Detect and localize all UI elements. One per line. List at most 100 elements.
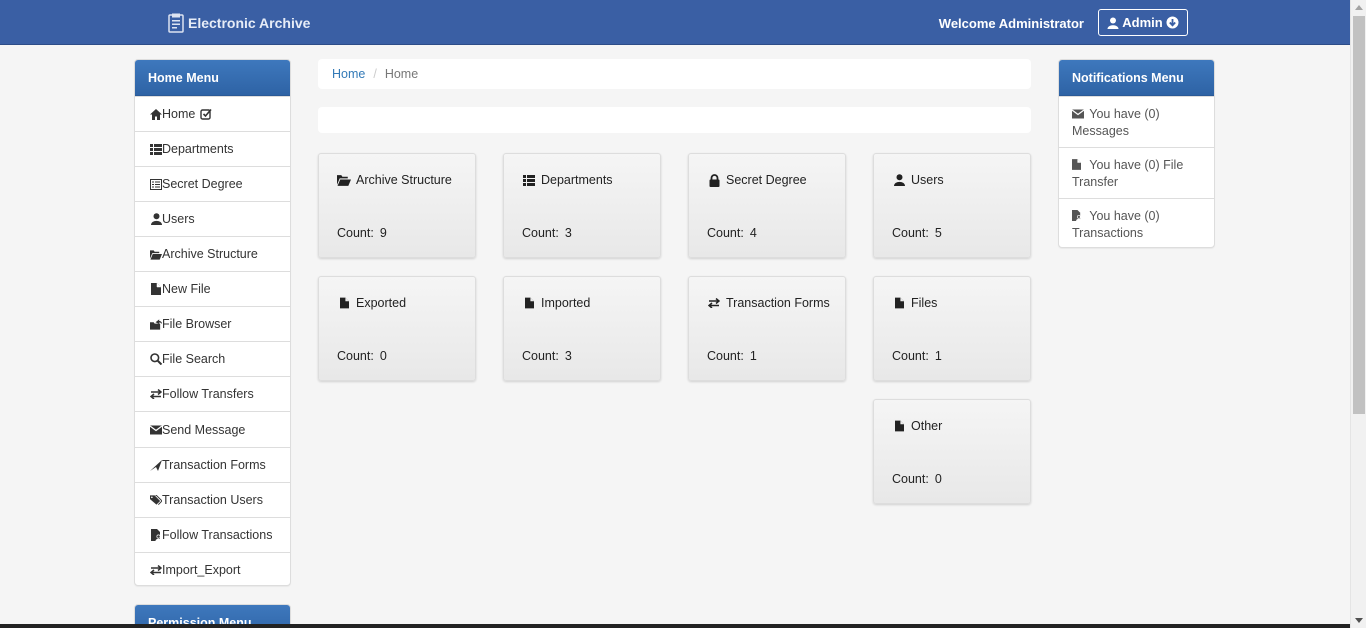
bottom-edge — [0, 624, 1350, 628]
menu-item-secret-degree[interactable]: Secret Degree — [135, 166, 290, 201]
menu-item-home[interactable]: Home — [135, 96, 290, 131]
archive-logo-icon — [168, 13, 184, 33]
user-icon — [150, 213, 162, 225]
menu-item-transaction-users[interactable]: Transaction Users — [135, 482, 290, 517]
menu-item-follow-transfers[interactable]: Follow Transfers — [135, 376, 290, 411]
menu-item-label: Transaction Users — [162, 493, 263, 507]
envelope-icon — [150, 424, 162, 436]
menu-item-label: Archive Structure — [162, 247, 258, 261]
scroll-thumb[interactable] — [1353, 16, 1365, 414]
menu-item-label: Follow Transfers — [162, 387, 254, 401]
list-icon — [150, 143, 162, 155]
list-icon — [522, 173, 536, 187]
breadcrumb: Home / Home — [318, 59, 1031, 89]
menu-item-transaction-forms[interactable]: Transaction Forms — [135, 447, 290, 482]
check-square-icon — [200, 108, 212, 120]
tile-title: Archive Structure — [356, 173, 452, 187]
count-value: 0 — [379, 349, 387, 363]
brand[interactable]: Electronic Archive — [168, 11, 310, 35]
notifications-menu-panel: Notifications Menu You have (0) Messages… — [1058, 59, 1215, 248]
folder-open-icon — [337, 173, 351, 187]
tile-secret-degree[interactable]: Secret Degree Count: 4 — [688, 153, 846, 258]
breadcrumb-home-link[interactable]: Home — [332, 67, 365, 81]
tile-other[interactable]: Other Count: 0 — [873, 399, 1031, 504]
scroll-down-arrow-icon[interactable] — [1355, 618, 1363, 623]
lock-icon — [707, 173, 721, 187]
menu-item-new-file[interactable]: New File — [135, 271, 290, 306]
tile-archive-structure[interactable]: Archive Structure Count: 9 — [318, 153, 476, 258]
tile-title: Imported — [541, 296, 591, 310]
transfer-icon — [150, 564, 162, 576]
menu-item-label: Send Message — [162, 422, 246, 437]
count-value: 5 — [934, 226, 942, 240]
menu-item-label: Departments — [162, 142, 234, 156]
count-label: Count: — [892, 226, 929, 240]
menu-item-label: Import_Export — [162, 563, 241, 577]
tile-departments[interactable]: Departments Count: 3 — [503, 153, 661, 258]
tile-transaction-forms[interactable]: Transaction Forms Count: 1 — [688, 276, 846, 381]
tile-title: Files — [911, 296, 938, 310]
count-label: Count: — [707, 349, 744, 363]
list-alt-icon — [150, 178, 162, 190]
tile-title: Users — [911, 173, 944, 187]
tile-title: Secret Degree — [726, 173, 807, 187]
menu-item-archive-structure[interactable]: Archive Structure — [135, 236, 290, 271]
file-icon — [1072, 158, 1086, 174]
admin-dropdown-button[interactable]: Admin — [1098, 9, 1188, 36]
menu-item-departments[interactable]: Departments — [135, 131, 290, 166]
menu-item-import-export[interactable]: Import_Export — [135, 552, 290, 587]
scroll-up-arrow-icon[interactable] — [1355, 5, 1363, 10]
count-label: Count: — [522, 349, 559, 363]
home-icon — [150, 108, 162, 120]
user-icon — [892, 173, 906, 187]
count-label: Count: — [707, 226, 744, 240]
file-icon — [150, 283, 162, 295]
file-user-icon — [150, 529, 162, 541]
tile-title: Exported — [356, 296, 407, 310]
count-label: Count: — [522, 226, 559, 240]
send-icon — [150, 459, 162, 471]
notification-text: You have (0) File Transfer — [1072, 158, 1184, 189]
home-menu-panel: Home Menu Home Departments Secret Degree… — [134, 59, 291, 586]
menu-item-file-browser[interactable]: File Browser — [135, 306, 290, 341]
count-value: 3 — [564, 349, 572, 363]
transfer-icon — [707, 296, 721, 310]
breadcrumb-separator: / — [373, 67, 377, 81]
count-value: 4 — [749, 226, 757, 240]
folder-share-icon — [150, 318, 162, 330]
menu-item-label: File Search — [162, 352, 226, 366]
menu-item-label: Transaction Forms — [162, 458, 266, 472]
transfer-icon — [150, 388, 162, 400]
tile-users[interactable]: Users Count: 5 — [873, 153, 1031, 258]
count-value: 1 — [934, 349, 942, 363]
file-user-icon — [1072, 209, 1086, 225]
user-icon — [1107, 17, 1119, 29]
notification-text: You have (0) Messages — [1072, 107, 1160, 138]
menu-item-file-search[interactable]: File Search — [135, 341, 290, 376]
tile-files[interactable]: Files Count: 1 — [873, 276, 1031, 381]
menu-item-send-message[interactable]: Send Message — [135, 411, 290, 447]
tile-imported[interactable]: Imported Count: 3 — [503, 276, 661, 381]
file-icon — [892, 296, 906, 310]
menu-item-label: Secret Degree — [162, 177, 243, 191]
count-value: 3 — [564, 226, 572, 240]
menu-item-follow-transactions[interactable]: Follow Transactions — [135, 517, 290, 552]
top-navbar: Electronic Archive Welcome Administrator… — [0, 0, 1350, 45]
tags-icon — [150, 494, 162, 506]
menu-item-users[interactable]: Users — [135, 201, 290, 236]
file-icon — [892, 419, 906, 433]
tile-exported[interactable]: Exported Count: 0 — [318, 276, 476, 381]
notification-messages[interactable]: You have (0) Messages — [1059, 96, 1214, 147]
envelope-icon — [1071, 107, 1086, 123]
vertical-scrollbar[interactable] — [1350, 0, 1366, 628]
tile-title: Other — [911, 419, 943, 433]
file-icon — [522, 296, 536, 310]
welcome-text: Welcome Administrator — [938, 16, 1084, 31]
notification-transactions[interactable]: You have (0) Transactions — [1059, 198, 1214, 249]
menu-item-label: Home — [162, 107, 196, 121]
brand-title: Electronic Archive — [188, 15, 311, 31]
breadcrumb-current: Home — [384, 67, 419, 81]
notification-file-transfer[interactable]: You have (0) File Transfer — [1059, 147, 1214, 198]
menu-item-label: Users — [162, 212, 195, 226]
notifications-menu-title: Notifications Menu — [1059, 60, 1214, 96]
